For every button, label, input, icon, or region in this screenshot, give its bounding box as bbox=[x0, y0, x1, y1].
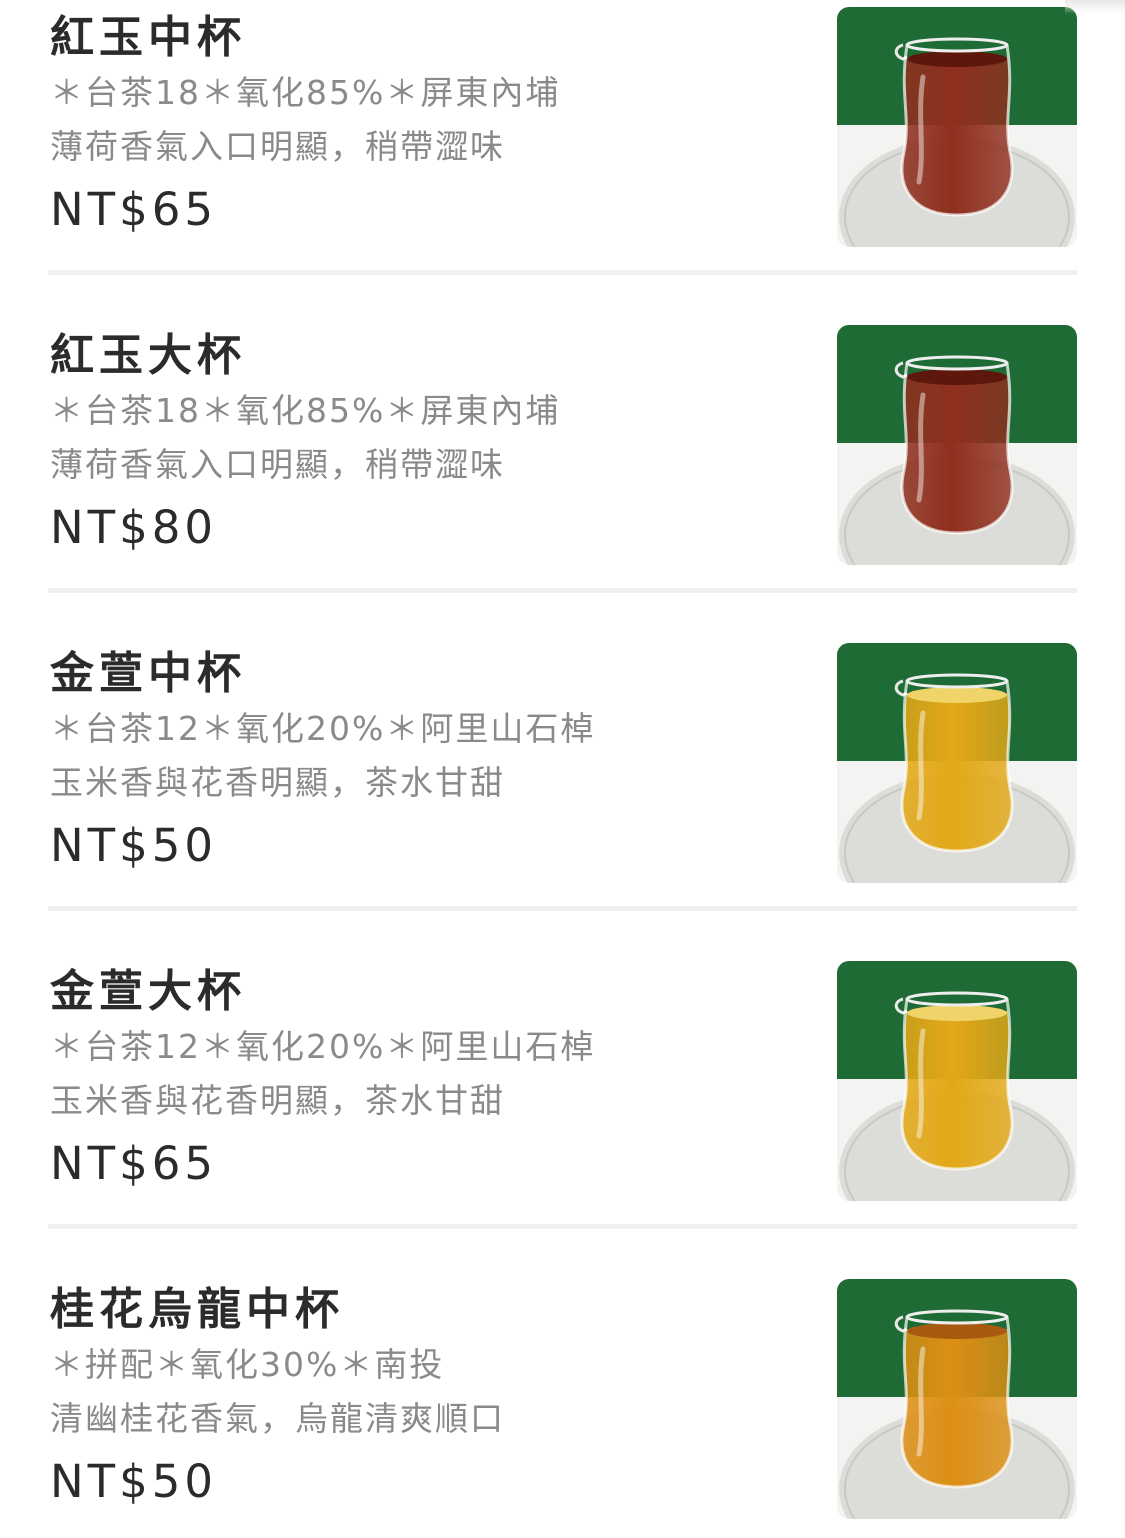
menu-item[interactable]: 紅玉中杯 ＊台茶18＊氧化85%＊屏東內埔 薄荷香氣入口明顯，稍帶澀味 NT$6… bbox=[48, 0, 1077, 247]
tea-pitcher-image bbox=[837, 961, 1077, 1201]
menu-list: 紅玉中杯 ＊台茶18＊氧化85%＊屏東內埔 薄荷香氣入口明顯，稍帶澀味 NT$6… bbox=[0, 0, 1125, 1538]
menu-item-text: 紅玉中杯 ＊台茶18＊氧化85%＊屏東內埔 薄荷香氣入口明顯，稍帶澀味 NT$6… bbox=[48, 0, 808, 240]
menu-item-description: 玉米香與花香明顯，茶水甘甜 bbox=[50, 763, 505, 802]
menu-item-description: 薄荷香氣入口明顯，稍帶澀味 bbox=[50, 445, 505, 484]
scroll-shadow bbox=[1065, 0, 1125, 14]
glass-highlight bbox=[916, 1346, 926, 1457]
menu-item-price: NT$65 bbox=[50, 183, 218, 236]
tea-pitcher-image bbox=[837, 7, 1077, 247]
menu-item-name: 金萱大杯 bbox=[50, 966, 246, 1017]
menu-item-text: 紅玉大杯 ＊台茶18＊氧化85%＊屏東內埔 薄荷香氣入口明顯，稍帶澀味 NT$8… bbox=[48, 318, 808, 558]
tea-surface bbox=[907, 1323, 1007, 1339]
tea-surface bbox=[907, 687, 1007, 703]
tea-liquid bbox=[901, 57, 1013, 215]
menu-item-text: 桂花烏龍中杯 ＊拼配＊氧化30%＊南投 清幽桂花香氣，烏龍清爽順口 NT$50 bbox=[48, 1272, 808, 1512]
menu-item-name: 桂花烏龍中杯 bbox=[50, 1284, 344, 1335]
tea-surface bbox=[907, 1005, 1007, 1021]
tea-surface bbox=[907, 369, 1007, 385]
menu-item-spec: ＊台茶18＊氧化85%＊屏東內埔 bbox=[50, 73, 561, 112]
menu-item-name: 紅玉中杯 bbox=[50, 12, 246, 63]
menu-item-text: 金萱大杯 ＊台茶12＊氧化20%＊阿里山石棹 玉米香與花香明顯，茶水甘甜 NT$… bbox=[48, 954, 808, 1194]
menu-item-photo[interactable] bbox=[837, 325, 1077, 565]
tea-liquid bbox=[901, 1011, 1013, 1169]
menu-item-spec: ＊拼配＊氧化30%＊南投 bbox=[50, 1345, 445, 1384]
divider bbox=[48, 270, 1077, 275]
tea-liquid bbox=[901, 375, 1013, 533]
menu-item-photo[interactable] bbox=[837, 1279, 1077, 1519]
menu-item[interactable]: 紅玉大杯 ＊台茶18＊氧化85%＊屏東內埔 薄荷香氣入口明顯，稍帶澀味 NT$8… bbox=[48, 318, 1077, 565]
tea-pitcher-image bbox=[837, 325, 1077, 565]
menu-item-spec: ＊台茶12＊氧化20%＊阿里山石棹 bbox=[50, 1027, 596, 1066]
menu-item-description: 玉米香與花香明顯，茶水甘甜 bbox=[50, 1081, 505, 1120]
menu-item-name: 紅玉大杯 bbox=[50, 330, 246, 381]
menu-item-price: NT$80 bbox=[50, 501, 218, 554]
menu-item-photo[interactable] bbox=[837, 7, 1077, 247]
tea-pitcher-image bbox=[837, 1279, 1077, 1519]
menu-item-price: NT$50 bbox=[50, 819, 218, 872]
menu-item-description: 清幽桂花香氣，烏龍清爽順口 bbox=[50, 1399, 505, 1438]
tea-liquid bbox=[901, 1329, 1013, 1487]
menu-item-price: NT$65 bbox=[50, 1137, 218, 1190]
divider bbox=[48, 588, 1077, 593]
menu-item-name: 金萱中杯 bbox=[50, 648, 246, 699]
menu-item[interactable]: 金萱中杯 ＊台茶12＊氧化20%＊阿里山石棹 玉米香與花香明顯，茶水甘甜 NT$… bbox=[48, 636, 1077, 883]
menu-item-text: 金萱中杯 ＊台茶12＊氧化20%＊阿里山石棹 玉米香與花香明顯，茶水甘甜 NT$… bbox=[48, 636, 808, 876]
menu-item-price: NT$50 bbox=[50, 1455, 218, 1508]
glass-highlight bbox=[916, 392, 926, 503]
divider bbox=[48, 1224, 1077, 1229]
menu-item[interactable]: 金萱大杯 ＊台茶12＊氧化20%＊阿里山石棹 玉米香與花香明顯，茶水甘甜 NT$… bbox=[48, 954, 1077, 1201]
tea-surface bbox=[907, 51, 1007, 67]
menu-item-spec: ＊台茶12＊氧化20%＊阿里山石棹 bbox=[50, 709, 596, 748]
menu-item-description: 薄荷香氣入口明顯，稍帶澀味 bbox=[50, 127, 505, 166]
glass-highlight bbox=[916, 1028, 926, 1139]
glass-highlight bbox=[916, 74, 926, 185]
menu-item-photo[interactable] bbox=[837, 961, 1077, 1201]
menu-item[interactable]: 桂花烏龍中杯 ＊拼配＊氧化30%＊南投 清幽桂花香氣，烏龍清爽順口 NT$50 bbox=[48, 1272, 1077, 1519]
divider bbox=[48, 906, 1077, 911]
menu-item-spec: ＊台茶18＊氧化85%＊屏東內埔 bbox=[50, 391, 561, 430]
glass-highlight bbox=[916, 710, 926, 821]
tea-liquid bbox=[901, 693, 1013, 851]
menu-item-photo[interactable] bbox=[837, 643, 1077, 883]
tea-pitcher-image bbox=[837, 643, 1077, 883]
